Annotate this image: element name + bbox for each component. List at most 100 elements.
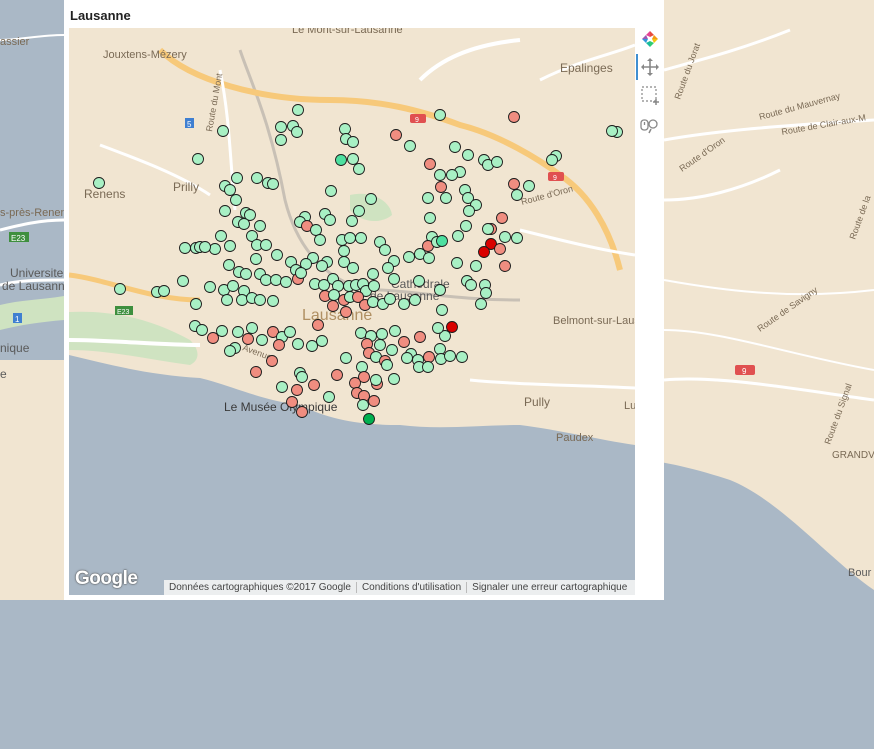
map-marker[interactable]	[267, 295, 279, 307]
map-marker[interactable]	[389, 325, 401, 337]
map-marker[interactable]	[440, 192, 452, 204]
map-marker[interactable]	[508, 111, 520, 123]
map-marker[interactable]	[367, 296, 379, 308]
map-marker[interactable]	[499, 231, 511, 243]
map-marker[interactable]	[456, 351, 468, 363]
map-marker[interactable]	[275, 134, 287, 146]
map-marker[interactable]	[347, 136, 359, 148]
map-marker[interactable]	[223, 259, 235, 271]
map-marker[interactable]	[224, 184, 236, 196]
map-marker[interactable]	[374, 339, 386, 351]
map-marker[interactable]	[231, 172, 243, 184]
map-marker[interactable]	[379, 244, 391, 256]
map-marker[interactable]	[204, 281, 216, 293]
pan-icon[interactable]	[639, 56, 661, 78]
map-marker[interactable]	[434, 169, 446, 181]
map-marker[interactable]	[355, 327, 367, 339]
map-marker[interactable]	[462, 149, 474, 161]
map-marker[interactable]	[295, 267, 307, 279]
map-marker[interactable]	[266, 355, 278, 367]
map-marker[interactable]	[192, 153, 204, 165]
map-marker[interactable]	[423, 351, 435, 363]
map-marker[interactable]	[465, 279, 477, 291]
map-marker[interactable]	[404, 140, 416, 152]
map-marker[interactable]	[240, 268, 252, 280]
map-marker[interactable]	[227, 280, 239, 292]
map-marker[interactable]	[292, 338, 304, 350]
map-marker[interactable]	[331, 369, 343, 381]
map-marker[interactable]	[246, 322, 258, 334]
bokeh-logo-icon[interactable]	[639, 28, 661, 50]
map-marker[interactable]	[232, 326, 244, 338]
map-marker[interactable]	[384, 293, 396, 305]
map-marker[interactable]	[423, 252, 435, 264]
map-marker[interactable]	[199, 241, 211, 253]
map-marker[interactable]	[251, 172, 263, 184]
map-marker[interactable]	[432, 322, 444, 334]
map-marker[interactable]	[435, 181, 447, 193]
map-marker[interactable]	[376, 328, 388, 340]
map-marker[interactable]	[270, 274, 282, 286]
map-marker[interactable]	[401, 352, 413, 364]
map-marker[interactable]	[230, 194, 242, 206]
map-marker[interactable]	[267, 178, 279, 190]
map-marker[interactable]	[475, 298, 487, 310]
map-marker[interactable]	[216, 325, 228, 337]
map-marker[interactable]	[414, 331, 426, 343]
map-marker[interactable]	[381, 359, 393, 371]
map-marker[interactable]	[93, 177, 105, 189]
map-marker[interactable]	[446, 169, 458, 181]
map-marker[interactable]	[273, 339, 285, 351]
map-marker[interactable]	[452, 230, 464, 242]
box-zoom-icon[interactable]	[639, 84, 661, 106]
map-marker[interactable]	[256, 334, 268, 346]
map-marker[interactable]	[286, 396, 298, 408]
map-marker[interactable]	[339, 123, 351, 135]
map-marker[interactable]	[327, 300, 339, 312]
map-marker[interactable]	[346, 215, 358, 227]
map-marker[interactable]	[388, 273, 400, 285]
map-marker[interactable]	[355, 232, 367, 244]
map-marker[interactable]	[424, 158, 436, 170]
map-marker[interactable]	[482, 223, 494, 235]
map-marker[interactable]	[546, 154, 558, 166]
map-marker[interactable]	[386, 344, 398, 356]
map-marker[interactable]	[291, 126, 303, 138]
map-marker[interactable]	[436, 235, 448, 247]
map-marker[interactable]	[347, 262, 359, 274]
map-marker[interactable]	[370, 374, 382, 386]
map-marker[interactable]	[316, 335, 328, 347]
map-marker[interactable]	[491, 156, 503, 168]
map-marker[interactable]	[280, 276, 292, 288]
map-marker[interactable]	[398, 336, 410, 348]
map-marker[interactable]	[388, 373, 400, 385]
map-marker[interactable]	[363, 413, 375, 425]
map-canvas[interactable]: Le Mont-sur-Lausanne Jouxtens-Mézery Epa…	[69, 28, 635, 595]
map-marker[interactable]	[434, 284, 446, 296]
map-marker[interactable]	[196, 324, 208, 336]
map-marker[interactable]	[217, 125, 229, 137]
map-marker[interactable]	[434, 109, 446, 121]
map-marker[interactable]	[260, 239, 272, 251]
map-marker[interactable]	[349, 377, 361, 389]
map-marker[interactable]	[325, 185, 337, 197]
map-marker[interactable]	[296, 406, 308, 418]
attribution-terms-link[interactable]: Conditions d'utilisation	[357, 582, 466, 593]
map-marker[interactable]	[494, 243, 506, 255]
map-marker[interactable]	[451, 257, 463, 269]
map-marker[interactable]	[250, 253, 262, 265]
map-marker[interactable]	[238, 218, 250, 230]
map-marker[interactable]	[508, 178, 520, 190]
map-marker[interactable]	[496, 212, 508, 224]
map-marker[interactable]	[312, 319, 324, 331]
map-marker[interactable]	[398, 298, 410, 310]
map-marker[interactable]	[368, 280, 380, 292]
map-marker[interactable]	[328, 289, 340, 301]
map-marker[interactable]	[190, 298, 202, 310]
map-marker[interactable]	[449, 141, 461, 153]
map-marker[interactable]	[177, 275, 189, 287]
map-marker[interactable]	[291, 384, 303, 396]
map-marker[interactable]	[368, 395, 380, 407]
map-marker[interactable]	[207, 332, 219, 344]
google-logo[interactable]: Google	[75, 568, 138, 590]
